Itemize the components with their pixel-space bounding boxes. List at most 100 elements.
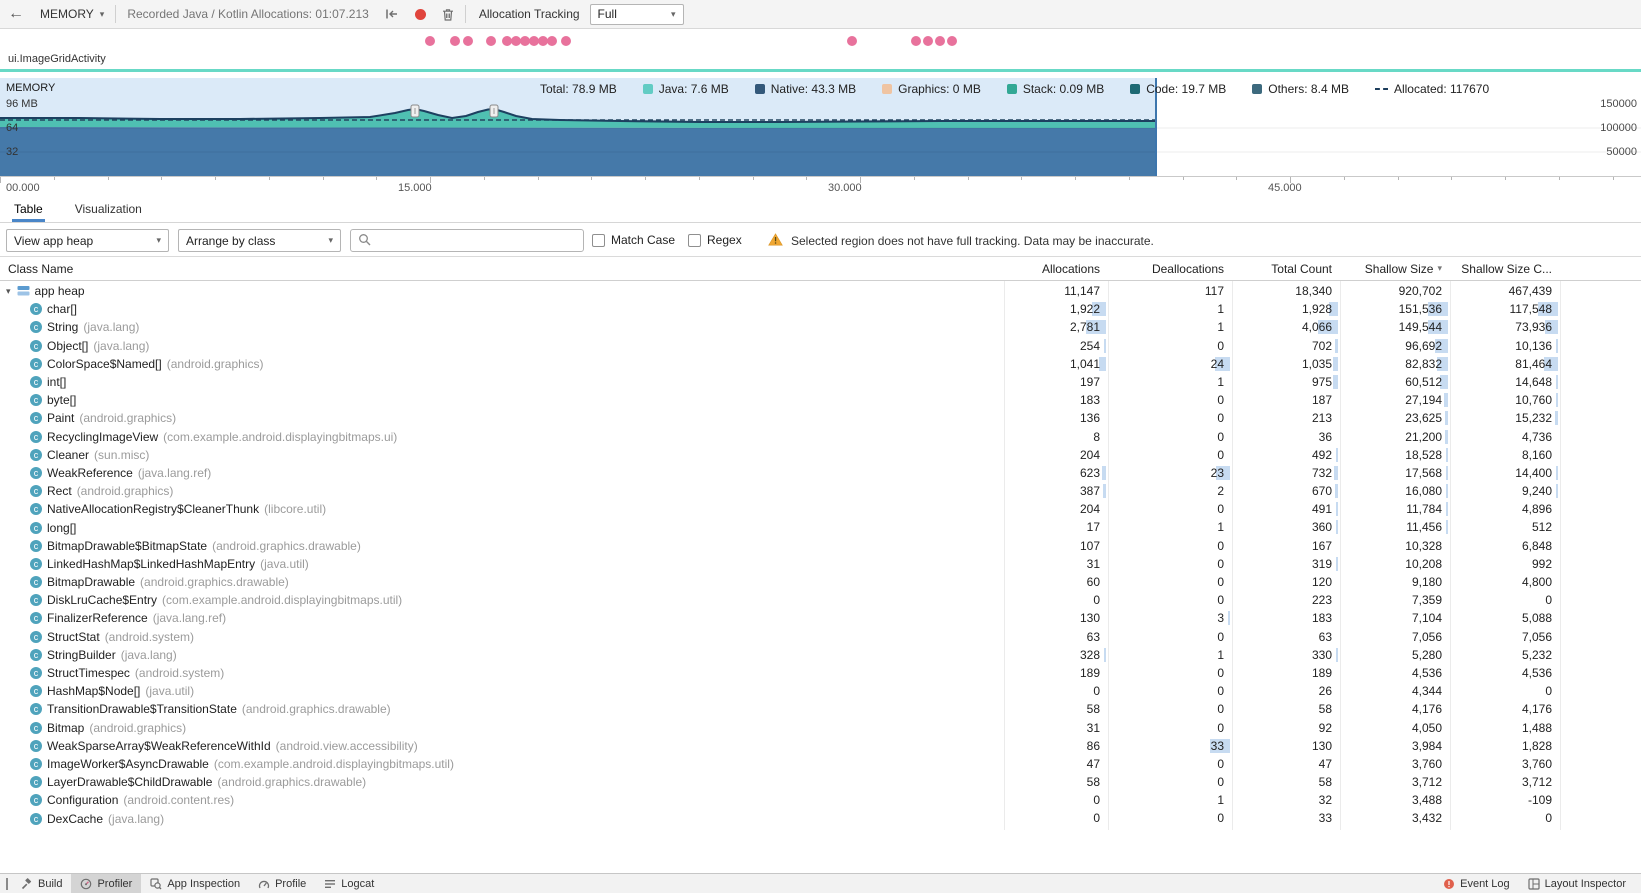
statusbar-app-inspection[interactable]: App Inspection (141, 874, 249, 893)
allocation-tracking-select[interactable]: Full ▾ (589, 3, 684, 25)
cell-value: 7,359 (1411, 593, 1442, 608)
cell-shallow: 4,344 (1340, 682, 1450, 700)
axis-tick (537, 177, 539, 180)
table-row[interactable]: c char[] 1,922 1 1,928 151,536 117,548 (0, 300, 1641, 318)
cell-value: 130 (1079, 611, 1100, 626)
touch-event-dot (923, 36, 933, 46)
cell-change: 15,232 (1450, 409, 1560, 427)
cell-dealloc: 1 (1108, 373, 1232, 391)
table-row[interactable]: c int[] 197 1 975 60,512 14,648 (0, 373, 1641, 391)
search-icon (358, 233, 371, 249)
axis-tick (1075, 177, 1076, 180)
statusbar-profiler[interactable]: Profiler (71, 874, 142, 893)
cell-value: 1,928 (1301, 302, 1332, 317)
cell-shallow: 27,194 (1340, 391, 1450, 409)
warning-text: Selected region does not have full track… (791, 234, 1154, 248)
table-row[interactable]: c WeakSparseArray$WeakReferenceWithId (and… (0, 737, 1641, 755)
table-row[interactable]: c NativeAllocationRegistry$CleanerThunk (l… (0, 500, 1641, 518)
jump-to-selection-icon[interactable] (385, 8, 399, 20)
cell-shallow: 16,080 (1340, 482, 1450, 500)
column-header-class-name[interactable]: Class Name (0, 257, 1004, 280)
table-row[interactable]: c RecyclingImageView (com.example.android.… (0, 428, 1641, 446)
table-row[interactable]: c byte[] 183 0 187 27,194 10,760 (0, 391, 1641, 409)
column-header-total-count[interactable]: Total Count (1232, 257, 1340, 280)
cell-total: 187 (1232, 391, 1340, 409)
cell-value: 15,232 (1515, 411, 1552, 426)
back-button[interactable]: ← (8, 5, 24, 23)
table-row[interactable]: c StructStat (android.system) 63 0 63 7,056 7,0… (0, 628, 1641, 646)
table-row[interactable]: c DexCache (java.lang) 0 0 33 3,432 0 (0, 809, 1641, 827)
table-row[interactable]: c Paint (android.graphics) 136 0 213 23,625 15,… (0, 409, 1641, 427)
cell-value: 120 (1311, 575, 1332, 589)
table-row[interactable]: c FinalizerReference (java.lang.ref) 130 3 18… (0, 609, 1641, 627)
cell-dealloc: 1 (1108, 791, 1232, 809)
table-row[interactable]: c BitmapDrawable$BitmapState (android.grap… (0, 537, 1641, 555)
cell-dealloc: 0 (1108, 700, 1232, 718)
heap-select[interactable]: View app heap ▾ (6, 229, 169, 252)
table-row[interactable]: c LayerDrawable$ChildDrawable (android.gra… (0, 773, 1641, 791)
cell-value: 197 (1079, 374, 1100, 389)
statusbar-layout-inspector[interactable]: Layout Inspector (1519, 874, 1635, 893)
statusbar-profile[interactable]: Profile (249, 874, 315, 893)
table-row[interactable]: c Rect (android.graphics) 387 2 670 16,080 9,24… (0, 482, 1641, 500)
column-header-deallocations[interactable]: Deallocations (1108, 257, 1232, 280)
class-name-cell: c TransitionDrawable$TransitionState (andr… (0, 700, 1004, 718)
cell-total: 702 (1232, 337, 1340, 355)
cell-dealloc: 0 (1108, 591, 1232, 609)
statusbar-logcat[interactable]: Logcat (315, 874, 383, 893)
cell-shallow: 23,625 (1340, 409, 1450, 427)
regex-checkbox[interactable]: Regex (688, 233, 742, 247)
arrange-select[interactable]: Arrange by class ▾ (178, 229, 341, 252)
cell-value: 73,936 (1515, 320, 1552, 335)
statusbar-event-log[interactable]: Event Log (1434, 874, 1519, 893)
memory-timeline-chart[interactable]: MEMORY Total: 78.9 MB Java: 7.6 MB Native:… (0, 78, 1641, 176)
delete-recording-icon[interactable] (442, 8, 454, 21)
session-selector[interactable]: MEMORY ▾ (40, 7, 104, 21)
class-package: (java.lang) (108, 811, 165, 826)
table-row[interactable]: c StringBuilder (java.lang) 328 1 330 5,280 5,2… (0, 646, 1641, 664)
table-row[interactable]: c Bitmap (android.graphics) 31 0 92 4,050 1,488 (0, 719, 1641, 737)
class-icon: c (30, 794, 42, 807)
cell-total: 213 (1232, 409, 1340, 427)
class-name-cell: c Configuration (android.content.res) (0, 791, 1004, 809)
warning-icon (768, 233, 783, 249)
table-row[interactable]: c Cleaner (sun.misc) 204 0 492 18,528 8,160 (0, 446, 1641, 464)
column-header-shallow-size-c[interactable]: Shallow Size C... (1450, 257, 1560, 280)
tab-visualization[interactable]: Visualization (73, 197, 144, 222)
checkbox-box[interactable] (688, 233, 701, 247)
expand-toggle-icon[interactable]: ▾ (6, 286, 11, 297)
cell-value: 1 (1217, 647, 1224, 662)
cell-alloc: 11,147 (1004, 282, 1108, 300)
table-row[interactable]: c BitmapDrawable (android.graphics.drawabl… (0, 573, 1641, 591)
axis-tick (1558, 177, 1560, 180)
record-indicator-icon[interactable] (414, 8, 426, 20)
legend-swatch (1252, 84, 1263, 94)
match-case-checkbox[interactable]: Match Case (592, 233, 675, 247)
tab-table[interactable]: Table (12, 197, 45, 222)
table-row[interactable]: c DiskLruCache$Entry (com.example.android.… (0, 591, 1641, 609)
checkbox-box[interactable] (592, 233, 605, 247)
table-row[interactable]: ▾ app heap 11,147 117 18,340 920,702 467,439 (0, 282, 1641, 300)
table-row[interactable]: c Object[] (java.lang) 254 0 702 96,692 10,136 (0, 337, 1641, 355)
cell-shallow: 82,832 (1340, 355, 1450, 373)
table-row[interactable]: c WeakReference (java.lang.ref) 623 23 732 17,… (0, 464, 1641, 482)
table-row[interactable]: c LinkedHashMap$LinkedHashMapEntry (java.u… (0, 555, 1641, 573)
cell-total: 189 (1232, 664, 1340, 682)
cell-value: 4,536 (1521, 665, 1552, 680)
table-row[interactable]: c ImageWorker$AsyncDrawable (com.example.a… (0, 755, 1641, 773)
cell-alloc: 58 (1004, 773, 1108, 791)
cell-value: 3,984 (1411, 738, 1442, 753)
column-header-shallow-size[interactable]: Shallow Size ▾ (1340, 257, 1450, 280)
table-row[interactable]: c Configuration (android.content.res) 0 1 32 3… (0, 791, 1641, 809)
table-row[interactable]: c TransitionDrawable$TransitionState (andr… (0, 700, 1641, 718)
search-input[interactable] (350, 229, 584, 252)
column-header-allocations[interactable]: Allocations (1004, 257, 1108, 280)
table-row[interactable]: c StructTimespec (android.system) 189 0 189 4,… (0, 664, 1641, 682)
table-row[interactable]: c ColorSpace$Named[] (android.graphics) 1,0… (0, 355, 1641, 373)
table-row[interactable]: c String (java.lang) 2,781 1 4,066 149,544 73,9… (0, 318, 1641, 336)
table-row[interactable]: c long[] 17 1 360 11,456 512 (0, 518, 1641, 536)
statusbar-build[interactable]: Build (12, 874, 71, 893)
arrange-select-value: Arrange by class (186, 233, 276, 248)
table-row[interactable]: c HashMap$Node[] (java.util) 0 0 26 4,344 0 (0, 682, 1641, 700)
legend-label: Others: 8.4 MB (1268, 82, 1349, 96)
